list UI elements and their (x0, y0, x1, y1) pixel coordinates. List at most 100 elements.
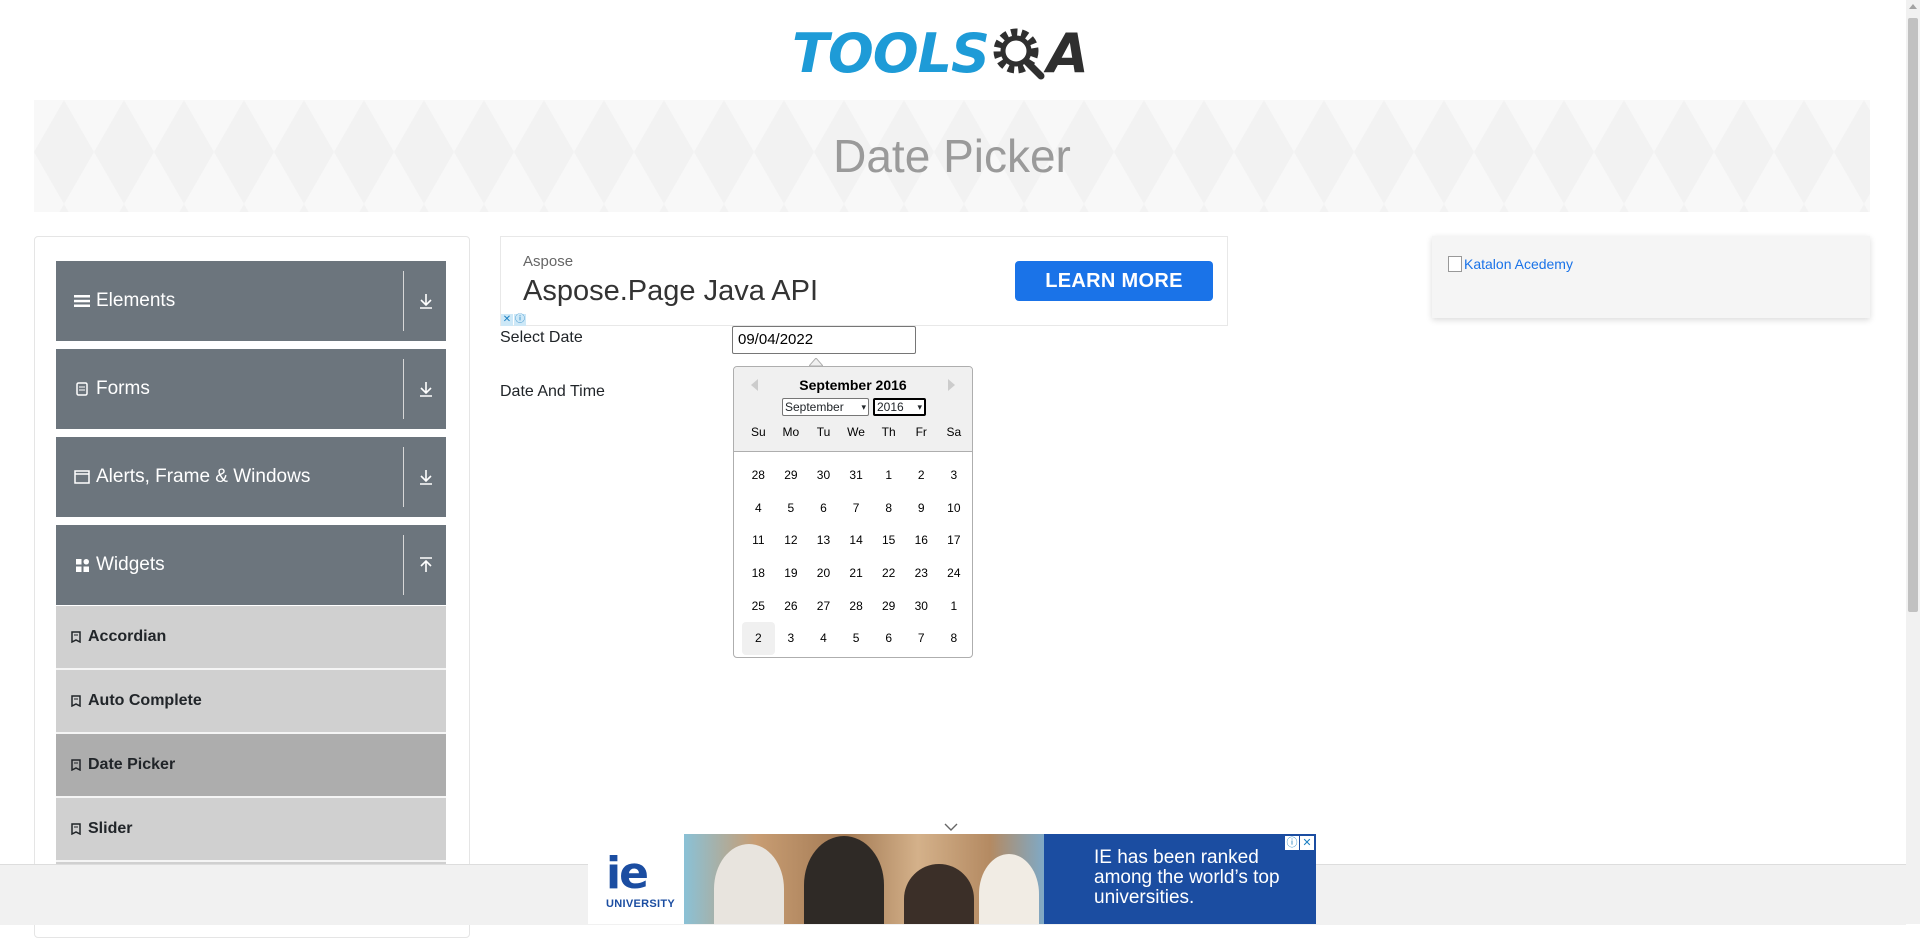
scroll-up-icon[interactable] (1909, 4, 1917, 9)
calendar-day[interactable]: 20 (807, 557, 840, 590)
calendar-day[interactable]: 13 (807, 524, 840, 557)
ad-close-icon[interactable]: ✕ (1300, 836, 1314, 850)
sidebar-item-label: Slider (88, 820, 133, 837)
upload-arrow-icon[interactable] (414, 525, 438, 605)
calendar-day[interactable]: 9 (905, 492, 938, 525)
sidebar-group-label: Widgets (96, 554, 165, 575)
scroll-thumb[interactable] (1908, 18, 1918, 612)
sidebar-item-label: Auto Complete (88, 692, 202, 709)
calendar-day[interactable]: 3 (775, 622, 808, 655)
ad-close-icon[interactable]: ✕ (501, 314, 513, 326)
calendar-day[interactable]: 28 (742, 459, 775, 492)
download-arrow-icon[interactable] (414, 437, 438, 517)
calendar-day[interactable]: 6 (807, 492, 840, 525)
list-item-icon (70, 630, 82, 644)
calendar-day[interactable]: 29 (775, 459, 808, 492)
calendar-day[interactable]: 25 (742, 589, 775, 622)
weekday-label: Su (750, 425, 766, 439)
sidebar-group-alerts[interactable]: Alerts, Frame & Windows (56, 437, 446, 517)
weekday-row: Su Mo Tu We Th Fr Sa (742, 425, 970, 439)
month-select[interactable]: September ▾ (782, 398, 869, 416)
calendar-day[interactable]: 5 (775, 492, 808, 525)
ad-banner-top[interactable]: Aspose Aspose.Page Java API LEARN MORE ✕… (500, 236, 1228, 326)
calendar-day[interactable]: 24 (938, 557, 971, 590)
calendar-day[interactable]: 26 (775, 589, 808, 622)
calendar-day[interactable]: 4 (742, 492, 775, 525)
calendar-day[interactable]: 15 (872, 524, 905, 557)
download-arrow-icon[interactable] (414, 349, 438, 429)
sidebar-group-widgets[interactable]: Widgets (56, 525, 446, 605)
calendar-day[interactable]: 31 (840, 459, 873, 492)
calendar-day[interactable]: 28 (840, 589, 873, 622)
calendar-day[interactable]: 23 (905, 557, 938, 590)
calendar-day[interactable]: 1 (938, 589, 971, 622)
calendar-day[interactable]: 22 (872, 557, 905, 590)
katalon-ad-link[interactable]: Katalon Acedemy (1448, 256, 1573, 272)
weekday-label: Fr (915, 425, 927, 439)
sidebar-group-elements[interactable]: Elements (56, 261, 446, 341)
sidebar-item-slider[interactable]: Slider (56, 798, 446, 862)
sidebar-item-date-picker[interactable]: Date Picker (56, 734, 446, 798)
sidebar-group-label: Forms (96, 378, 150, 399)
calendar-day[interactable]: 8 (872, 492, 905, 525)
calendar-day[interactable]: 8 (938, 622, 971, 655)
ad-banner-right[interactable]: Katalon Acedemy (1432, 236, 1870, 318)
ie-university-logo: ie UNIVERSITY (588, 834, 684, 924)
calendar-day[interactable]: 12 (775, 524, 808, 557)
calendar-day[interactable]: 7 (905, 622, 938, 655)
window-icon (73, 468, 91, 486)
calendar-day[interactable]: 18 (742, 557, 775, 590)
list-item-icon (70, 758, 82, 772)
widgets-icon (73, 556, 91, 574)
ie-logo-subtext: UNIVERSITY (606, 898, 676, 910)
sidebar-group-label: Alerts, Frame & Windows (96, 466, 311, 487)
ad-brand: Aspose (523, 253, 574, 270)
toolsqa-logo[interactable]: TOOLS A (792, 16, 1089, 90)
divider (403, 447, 404, 507)
calendar-day[interactable]: 29 (872, 589, 905, 622)
sidebar-item-auto-complete[interactable]: Auto Complete (56, 670, 446, 734)
calendar-day[interactable]: 17 (938, 524, 971, 557)
form-icon (73, 380, 91, 398)
calendar-day[interactable]: 21 (840, 557, 873, 590)
calendar-day[interactable]: 1 (872, 459, 905, 492)
calendar-day[interactable]: 2 (742, 621, 775, 655)
learn-more-button[interactable]: LEARN MORE (1015, 261, 1213, 301)
list-item-icon (70, 822, 82, 836)
calendar-day[interactable]: 3 (938, 459, 971, 492)
calendar-day[interactable]: 6 (872, 622, 905, 655)
divider (403, 535, 404, 595)
collapse-chevron-icon[interactable] (944, 818, 958, 834)
calendar-day[interactable]: 27 (807, 589, 840, 622)
year-select[interactable]: 2016 ▾ (873, 398, 926, 416)
chevron-down-icon: ▾ (917, 401, 922, 412)
sidebar-item-label: Date Picker (88, 756, 176, 773)
calendar-day[interactable]: 10 (938, 492, 971, 525)
calendar-day[interactable]: 14 (840, 524, 873, 557)
download-arrow-icon[interactable] (414, 261, 438, 341)
select-date-input[interactable]: 09/04/2022 (732, 326, 916, 354)
calendar-day[interactable]: 4 (807, 622, 840, 655)
calendar-day[interactable]: 30 (807, 459, 840, 492)
calendar-day[interactable]: 5 (840, 622, 873, 655)
ad-bottom-text: IE has been ranked among the world’s top… (1094, 847, 1280, 908)
calendar-pointer-icon (809, 358, 823, 366)
select-date-label: Select Date (500, 329, 583, 346)
calendar-day[interactable]: 2 (905, 459, 938, 492)
calendar-day[interactable]: 7 (840, 492, 873, 525)
page-title: Date Picker (833, 130, 1071, 182)
calendar-day[interactable]: 19 (775, 557, 808, 590)
calendar-days: 28 29 30 31 1 2 3 4 5 6 7 8 9 10 11 12 13 14 15 16 17 18 19 20 2… (742, 459, 970, 655)
weekday-label: Tu (816, 425, 831, 439)
calendar-day[interactable]: 11 (742, 524, 775, 557)
sidebar-group-label: Elements (96, 290, 176, 311)
page-scrollbar[interactable] (1906, 0, 1920, 924)
calendar-day[interactable]: 16 (905, 524, 938, 557)
list-item-icon (70, 694, 82, 708)
ad-banner-bottom[interactable]: ie UNIVERSITY IE has been ranked among t… (588, 834, 1316, 924)
ad-info-icon[interactable]: ⓘ (514, 314, 526, 326)
ad-info-icon[interactable]: ⓘ (1285, 836, 1299, 850)
calendar-day[interactable]: 30 (905, 589, 938, 622)
sidebar-group-forms[interactable]: Forms (56, 349, 446, 429)
sidebar-item-accordian[interactable]: Accordian (56, 606, 446, 670)
